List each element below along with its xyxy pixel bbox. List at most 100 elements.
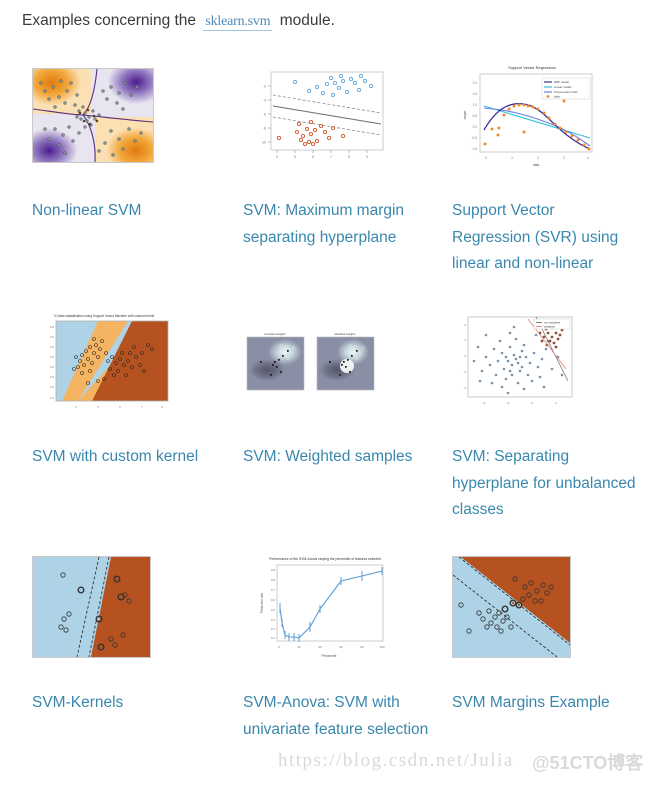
gallery-item-caption[interactable]: SVM: Maximum margin separating hyperplan…	[243, 198, 417, 251]
custom-kernel-title: 3-Class classification using Support Vec…	[54, 314, 155, 318]
svg-text:0.7: 0.7	[271, 588, 276, 592]
thumb-svm-anova[interactable]: Performance of the SVM-Anova varying the…	[243, 551, 403, 663]
gallery-item-weighted-samples[interactable]: Constant weights Modified weights SVM: W…	[243, 302, 443, 471]
thumb-non-linear-svm[interactable]	[32, 67, 154, 163]
gallery-item-caption[interactable]: SVM with custom kernel	[32, 444, 206, 471]
thumbnail-wrapper[interactable]: Support Vector Regression 2.0 1.5 1.0 0.5 0…	[452, 56, 652, 174]
svg-text:1.0: 1.0	[473, 103, 478, 107]
svg-text:9: 9	[366, 155, 368, 159]
svg-text:Polynomial model: Polynomial model	[554, 90, 578, 94]
custom-kernel-figure: 3-Class classification using Support Vec…	[32, 308, 177, 414]
thumb-svm-custom-kernel[interactable]: 3-Class classification using Support Vec…	[32, 308, 177, 414]
svg-text:5.0: 5.0	[50, 325, 55, 329]
gallery-item-svm-anova[interactable]: Performance of the SVM-Anova varying the…	[243, 548, 443, 743]
svg-text:3.0: 3.0	[50, 365, 55, 369]
svg-text:40: 40	[318, 645, 322, 649]
gallery-item-non-linear-svm[interactable]: Non-linear SVM	[32, 56, 232, 225]
thumbnail-wrapper[interactable]: 420 -2 -4 -4 -2 0 2 non weighted weighte…	[452, 302, 652, 420]
thumbnail-wrapper[interactable]	[452, 548, 652, 666]
intro-text-before: Examples concerning the	[22, 12, 197, 29]
gallery-row: SVM-Kernels Performance of the SVM-Anova…	[0, 548, 655, 794]
thumbnail-wrapper[interactable]: -2 -4 -6 -8 -10 4 5 6 7 8 9	[243, 56, 443, 174]
svm-kernels-figure	[33, 557, 150, 657]
thumb-svm-kernels[interactable]	[32, 556, 151, 658]
gallery-item-svm-margins[interactable]: SVM Margins Example	[452, 548, 652, 717]
module-link[interactable]: sklearn.svm	[203, 14, 273, 31]
svg-text:-2: -2	[263, 84, 266, 88]
svg-text:0: 0	[485, 156, 487, 160]
svg-text:1: 1	[511, 156, 513, 160]
svg-text:0.6: 0.6	[271, 598, 276, 602]
svg-text:-10: -10	[261, 140, 266, 144]
gallery-item-caption[interactable]: SVM Margins Example	[452, 690, 626, 717]
svr-ylabel: target	[463, 111, 467, 120]
anova-xlabel: Percentile	[321, 654, 336, 658]
weighted-panel-title-left: Constant weights	[264, 332, 286, 336]
svg-text:0.5: 0.5	[473, 114, 478, 118]
gallery-item-caption[interactable]: SVM: Separating hyperplane for unbalance…	[452, 444, 638, 524]
svr-chart-title: Support Vector Regression	[508, 65, 556, 70]
weighted-panel-title-right: Modified weights	[335, 332, 356, 336]
svm-margins-figure	[453, 557, 570, 657]
thumbnail-wrapper[interactable]	[32, 56, 232, 174]
svg-text:4.5: 4.5	[50, 335, 55, 339]
svg-text:weighted: weighted	[544, 324, 555, 328]
anova-chart-title: Performance of the SVM-Anova varying the…	[269, 557, 381, 561]
svg-text:4: 4	[587, 156, 589, 160]
svr-figure: Support Vector Regression 2.0 1.5 1.0 0.5 0…	[452, 60, 607, 170]
gallery-item-svr[interactable]: Support Vector Regression 2.0 1.5 1.0 0.5 0…	[452, 56, 652, 278]
gallery-item-caption[interactable]: SVM-Anova: SVM with univariate feature s…	[243, 690, 429, 743]
svg-text:0.9: 0.9	[271, 568, 276, 572]
gallery-item-caption[interactable]: SVM: Weighted samples	[243, 444, 417, 471]
gallery-item-caption[interactable]: Non-linear SVM	[32, 198, 206, 225]
weighted-samples-figure: Constant weights Modified weights	[243, 328, 378, 394]
thumbnail-wrapper[interactable]	[32, 548, 232, 666]
svg-text:8: 8	[348, 155, 350, 159]
svg-text:RBF model: RBF model	[554, 80, 569, 84]
svg-text:80: 80	[360, 645, 364, 649]
svg-text:6: 6	[312, 155, 314, 159]
svg-text:-4: -4	[263, 98, 266, 102]
svg-text:-2: -2	[507, 401, 510, 405]
svg-text:-6: -6	[263, 112, 266, 116]
svg-text:0.3: 0.3	[271, 627, 276, 631]
thumbnail-wrapper[interactable]: Performance of the SVM-Anova varying the…	[243, 548, 443, 666]
svg-text:20: 20	[297, 645, 301, 649]
gallery-item-custom-kernel[interactable]: 3-Class classification using Support Vec…	[32, 302, 232, 471]
svg-text:0.0: 0.0	[473, 125, 478, 129]
gallery-item-svm-kernels[interactable]: SVM-Kernels	[32, 548, 232, 717]
svg-text:data: data	[554, 95, 560, 99]
svg-text:0.8: 0.8	[271, 578, 276, 582]
svg-text:2: 2	[537, 156, 539, 160]
svg-text:2.0: 2.0	[50, 385, 55, 389]
thumb-svm-weighted-samples[interactable]: Constant weights Modified weights	[243, 328, 378, 394]
svg-text:1.5: 1.5	[473, 92, 478, 96]
anova-ylabel: Prediction rate	[260, 593, 264, 614]
gallery-row: Non-linear SVM -2 -4 -6 -8 -10 4 5 6 7 8…	[0, 56, 655, 302]
thumb-support-vector-regression[interactable]: Support Vector Regression 2.0 1.5 1.0 0.5 0…	[452, 60, 607, 170]
intro-text: Examples concerning the sklearn.svm modu…	[22, 11, 335, 32]
svg-text:0.5: 0.5	[271, 608, 276, 612]
gallery-item-caption[interactable]: SVM-Kernels	[32, 690, 206, 717]
svr-xlabel: data	[533, 163, 540, 167]
anova-figure: Performance of the SVM-Anova varying the…	[243, 551, 403, 663]
svg-text:0.4: 0.4	[271, 618, 276, 622]
thumb-svm-margins-example[interactable]	[452, 556, 571, 658]
svg-text:Linear model: Linear model	[554, 85, 572, 89]
svg-text:60: 60	[339, 645, 343, 649]
thumbnail-wrapper[interactable]: Constant weights Modified weights	[243, 302, 443, 420]
svg-text:100: 100	[379, 645, 384, 649]
svg-text:1.0: 1.0	[50, 396, 55, 400]
gallery-item-max-margin[interactable]: -2 -4 -6 -8 -10 456 789 SVM: Maximum mar…	[243, 56, 443, 251]
thumbnail-wrapper[interactable]: 3-Class classification using Support Vec…	[32, 302, 232, 420]
max-margin-figure: -2 -4 -6 -8 -10 4 5 6 7 8 9	[243, 66, 390, 164]
svg-text:non weighted: non weighted	[544, 320, 560, 324]
thumb-max-margin-hyperplane[interactable]: -2 -4 -6 -8 -10 4 5 6 7 8 9	[243, 66, 390, 164]
svg-text:-0.5: -0.5	[472, 136, 478, 140]
gallery-row: 3-Class classification using Support Vec…	[0, 302, 655, 548]
gallery-item-caption[interactable]: Support Vector Regression (SVR) using li…	[452, 198, 626, 278]
thumb-svm-unbalanced-classes[interactable]: 420 -2 -4 -4 -2 0 2 non weighted weighte…	[452, 310, 579, 412]
gallery-item-unbalanced[interactable]: 420 -2 -4 -4 -2 0 2 non weighted weighte…	[452, 302, 652, 524]
svg-text:-2: -2	[463, 370, 466, 374]
svg-text:3.5: 3.5	[50, 355, 55, 359]
